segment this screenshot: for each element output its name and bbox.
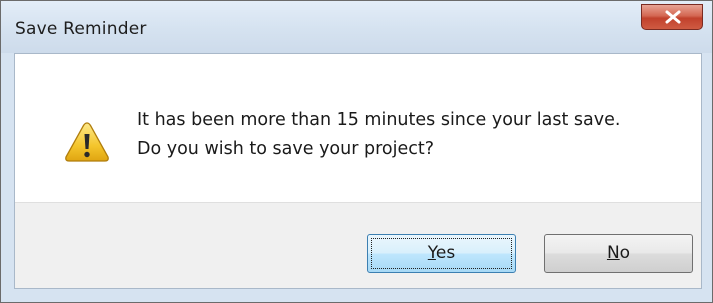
message-text: It has been more than 15 minutes since y…: [137, 106, 620, 164]
message-line-2: Do you wish to save your project?: [137, 139, 435, 159]
close-button[interactable]: [641, 4, 703, 30]
no-button[interactable]: No: [544, 234, 693, 273]
no-button-label: No: [606, 243, 631, 263]
yes-button[interactable]: Yes: [367, 234, 516, 273]
save-reminder-dialog: Save Reminder It has been more than 15 m…: [0, 0, 713, 303]
window-title: Save Reminder: [15, 19, 147, 39]
title-bar[interactable]: Save Reminder: [1, 1, 712, 53]
yes-button-label: Yes: [427, 243, 456, 263]
message-area: It has been more than 15 minutes since y…: [15, 54, 701, 202]
warning-icon: [65, 122, 109, 162]
close-x-icon: [665, 10, 681, 24]
button-bar: Yes No: [15, 202, 701, 288]
message-line-1: It has been more than 15 minutes since y…: [137, 110, 621, 130]
dialog-body: It has been more than 15 minutes since y…: [14, 53, 702, 289]
